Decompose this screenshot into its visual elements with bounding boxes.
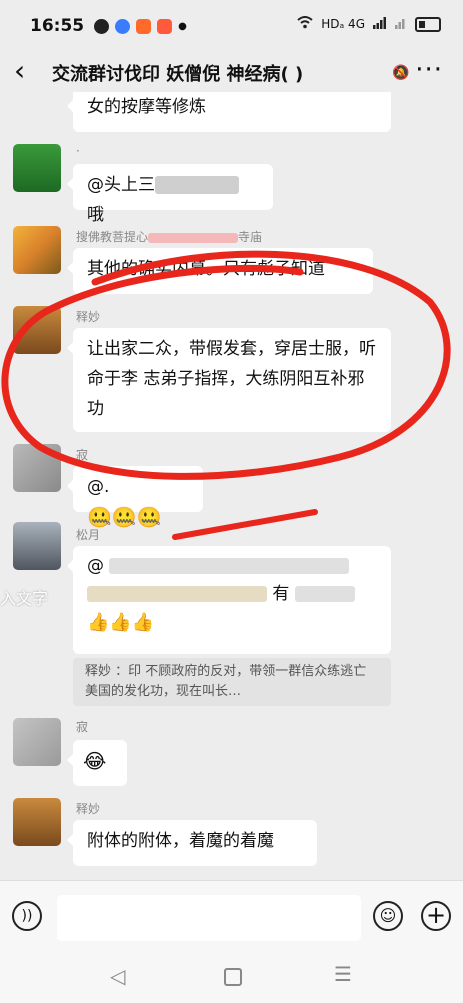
voice-icon[interactable]: )): [12, 901, 42, 931]
quoted-reply[interactable]: 释妙 ：印 不顾政府的反对，带领一群信众练逃亡美国的发化功，现在叫长…: [73, 658, 391, 706]
back-chevron-icon[interactable]: ‹: [14, 54, 25, 88]
signal-icon: [395, 17, 407, 32]
message-bubble: 让出家二众，带假发套，穿居士服，听命于李 志弟子指挥，大练阴阳互补邪功: [67, 328, 391, 432]
overlay-text: 入文字: [0, 589, 49, 608]
message-bubble: 附体的附体，着魔的着魔: [67, 820, 317, 866]
network-label: HDₐ 4G: [321, 17, 365, 31]
message-text: 哦: [87, 205, 104, 225]
plus-icon[interactable]: +: [421, 901, 451, 931]
wifi-icon: [297, 16, 313, 32]
avatar[interactable]: [13, 522, 61, 570]
nav-home-icon[interactable]: [224, 968, 242, 986]
sender-name: 释妙: [76, 310, 101, 324]
avatar[interactable]: [13, 306, 61, 354]
avatar[interactable]: [13, 144, 61, 192]
dot-icon: ●: [178, 20, 187, 32]
message-text: 让出家二众，带假发套，穿居士服，听命于李 志弟子指挥，大练阴阳互补邪功: [87, 339, 376, 419]
avatar[interactable]: [13, 444, 61, 492]
sender-name: 释妙: [76, 802, 101, 816]
message-input[interactable]: [57, 895, 361, 941]
status-bar: 16:55 ● HDₐ 4G: [0, 0, 463, 52]
status-right: HDₐ 4G: [297, 16, 441, 32]
app-icon: [115, 18, 131, 34]
message-bubble: @头上三 哦: [67, 164, 273, 225]
bell-off-icon: 🔕: [392, 65, 410, 81]
blurred-text: [155, 176, 239, 194]
blurred-text: [87, 586, 267, 602]
app-icon: [136, 18, 152, 34]
sender-name: ·: [76, 144, 80, 158]
app-icon: [94, 18, 110, 34]
status-app-icons: ●: [94, 18, 187, 34]
status-time: 16:55: [30, 16, 85, 36]
message-list[interactable]: 女的按摩等修炼 · @头上三 哦 搜佛教菩提心 寺庙 其他的确实内幕。只有彪子知道…: [0, 92, 463, 880]
message-text: @: [87, 556, 104, 576]
nav-menu-icon[interactable]: ☰: [334, 962, 352, 986]
avatar[interactable]: [13, 718, 61, 766]
message-bubble: 其他的确实内幕。只有彪子知道: [67, 248, 373, 294]
avatar[interactable]: [13, 798, 61, 846]
message-text: 女的按摩等修炼: [87, 97, 206, 117]
message-bubble: 女的按摩等修炼: [67, 92, 391, 132]
message-text: 有: [272, 584, 290, 604]
app-icon: [157, 18, 173, 34]
chat-title: 交流群讨伐印 妖僧倪 神经病( ): [52, 64, 304, 85]
chat-header: ‹ 交流群讨伐印 妖僧倪 神经病( ) 🔕 ···: [0, 52, 463, 92]
sender-name: 搜佛教菩提心 寺庙: [76, 230, 263, 244]
blurred-text: [148, 232, 239, 243]
thumbs-up-emoji-icon: 👍👍👍: [87, 612, 155, 633]
sender-name: 寂: [76, 448, 89, 462]
message-text: 附体的附体，着魔的着魔: [87, 831, 274, 851]
sender-name: 寂: [76, 720, 89, 734]
message-bubble: @ 有 👍👍👍: [67, 546, 391, 654]
blurred-text: [294, 586, 355, 602]
signal-icon: [373, 16, 387, 32]
crying-laughing-emoji-icon: 😂: [83, 749, 107, 773]
message-bubble: 😂: [67, 740, 127, 786]
system-nav-bar: ◁ ☰: [0, 952, 463, 1003]
avatar[interactable]: [13, 226, 61, 274]
nav-back-icon[interactable]: ◁: [110, 964, 125, 988]
quote-text: 释妙 ：印 不顾政府的反对，带领一群信众练逃亡美国的发化功，现在叫长: [85, 664, 367, 699]
input-bar: )) ☺ +: [0, 880, 463, 953]
message-text: @头上三: [87, 175, 155, 195]
battery-icon: [415, 16, 441, 32]
message-text: @.: [87, 477, 110, 497]
emoji-icon[interactable]: ☺: [373, 901, 403, 931]
sender-name: 松月: [76, 528, 101, 542]
more-options-icon[interactable]: ···: [415, 55, 443, 85]
message-bubble: @. 🤐🤐🤐: [67, 466, 203, 529]
blurred-text: [109, 558, 350, 574]
message-text: 其他的确实内幕。只有彪子知道: [87, 259, 325, 279]
